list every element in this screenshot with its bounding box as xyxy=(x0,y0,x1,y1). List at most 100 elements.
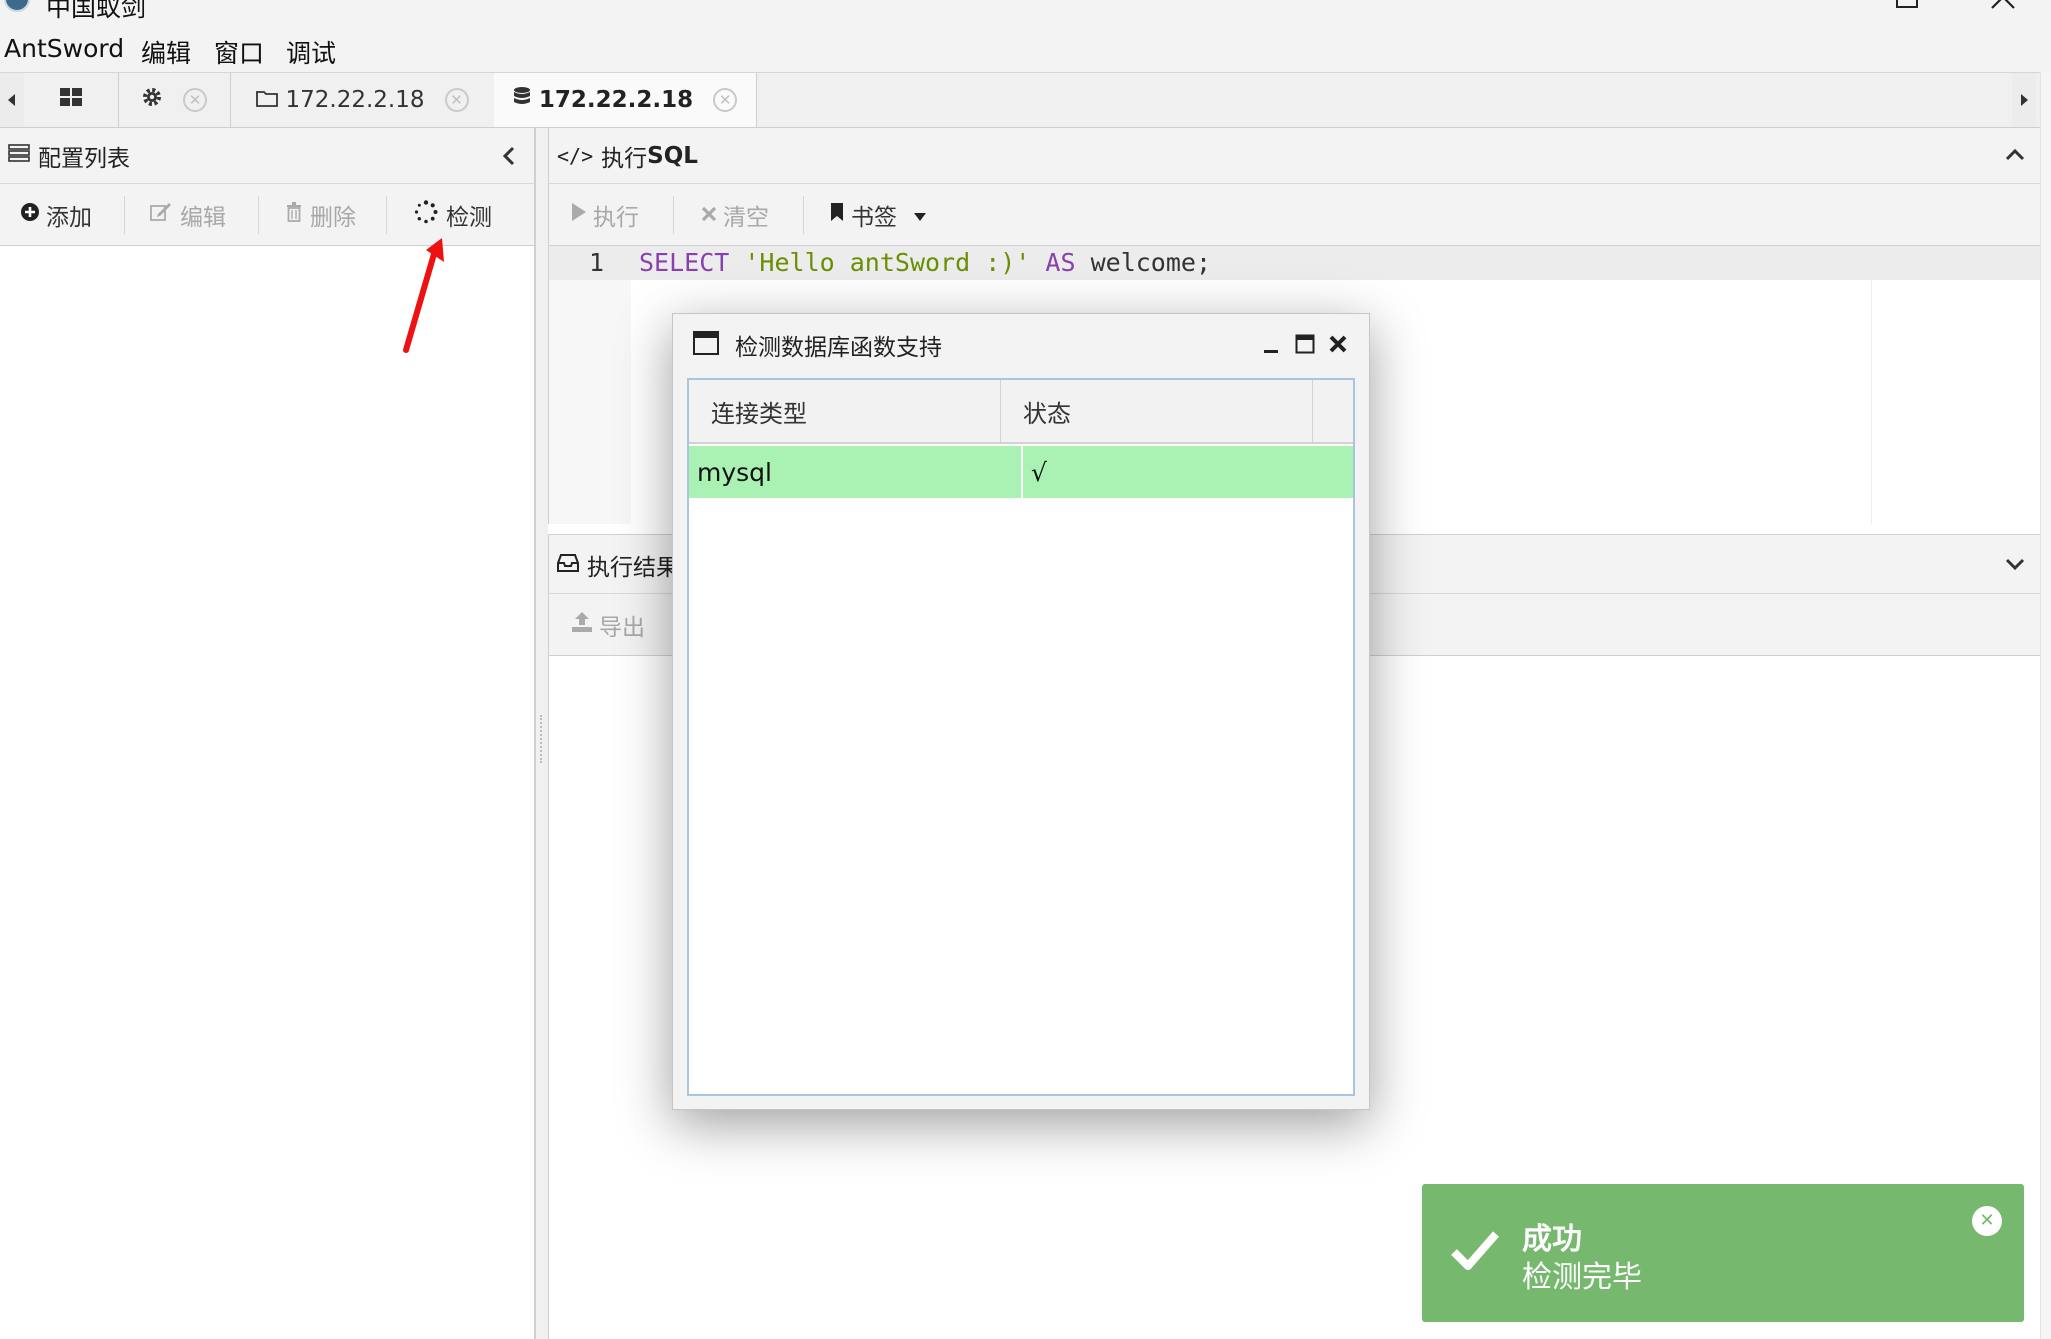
list-icon xyxy=(8,143,30,169)
delete-button[interactable]: 删除 xyxy=(286,184,356,246)
tab-database[interactable]: 172.22.2.18 ✕ xyxy=(494,73,757,127)
clear-button[interactable]: 清空 xyxy=(701,184,769,246)
maximize-icon[interactable] xyxy=(1896,0,1918,8)
toolbar-divider xyxy=(386,196,387,234)
export-label: 导出 xyxy=(599,615,645,641)
panel-splitter[interactable] xyxy=(536,128,548,1339)
sql-keyword: SELECT xyxy=(639,248,730,277)
toast-close-icon[interactable]: ✕ xyxy=(1972,1206,2002,1236)
tab-close-icon[interactable]: ✕ xyxy=(183,88,207,112)
edit-icon xyxy=(150,202,172,228)
code-icon: </> xyxy=(557,144,594,168)
config-list-title-wrap: 配置列表 xyxy=(8,128,130,184)
toolbar-divider xyxy=(258,196,259,234)
tab-dashboard[interactable] xyxy=(24,73,119,127)
config-list-title: 配置列表 xyxy=(38,146,130,172)
toolbar-divider xyxy=(673,196,674,234)
gear-icon xyxy=(141,86,163,114)
sql-string: 'Hello antSword :)' xyxy=(744,248,1031,277)
maximize-icon[interactable] xyxy=(1295,334,1315,358)
toolbar-divider xyxy=(124,196,125,234)
tab-close-icon[interactable]: ✕ xyxy=(713,88,738,112)
sql-title-text: 执行 xyxy=(601,146,648,172)
menu-edit[interactable]: 编辑 xyxy=(141,34,191,70)
right-scroll-edge xyxy=(2040,72,2051,1339)
toast-message: 检测完毕 xyxy=(1522,1260,1642,1295)
x-icon xyxy=(701,202,717,228)
print-margin xyxy=(1871,280,1872,524)
annotation-arrow xyxy=(403,238,444,353)
minimize-icon[interactable] xyxy=(1263,336,1279,358)
tab-settings[interactable]: ✕ xyxy=(118,73,231,127)
spinner-icon xyxy=(414,200,438,230)
window-title: 中国蚁剑 xyxy=(46,0,147,22)
menu-antsword[interactable]: AntSword xyxy=(4,34,124,63)
sql-identifier: welcome; xyxy=(1090,248,1212,277)
column-header-status[interactable]: 状态 xyxy=(1001,380,1313,442)
title-bar: 中国蚁剑 xyxy=(0,0,2051,24)
tab-file-manager[interactable]: 172.22.2.18 ✕ xyxy=(230,73,495,127)
bookmark-button[interactable]: 书签 xyxy=(829,184,927,246)
execute-button[interactable]: 执行 xyxy=(571,184,639,246)
grid-icon xyxy=(59,87,83,113)
bookmark-icon xyxy=(829,202,845,228)
caret-down-icon xyxy=(913,202,927,228)
db-function-check-dialog: 检测数据库函数支持 连接类型 状态 mysql √ xyxy=(672,313,1370,1110)
check-label: 检测 xyxy=(446,205,492,231)
database-icon xyxy=(513,86,531,114)
clear-label: 清空 xyxy=(723,205,769,231)
collapse-up-icon[interactable] xyxy=(2005,146,2025,165)
edit-label: 编辑 xyxy=(180,205,226,231)
close-window-icon[interactable] xyxy=(1988,0,2018,12)
window-icon xyxy=(693,331,719,359)
editor-gutter xyxy=(549,246,631,524)
menu-bar: AntSword 编辑 窗口 调试 xyxy=(0,24,2051,72)
folder-icon xyxy=(255,87,278,113)
export-button[interactable]: 导出 xyxy=(571,594,645,656)
splitter-grip[interactable] xyxy=(540,715,542,763)
config-list-header: 配置列表 xyxy=(0,128,534,184)
upload-icon xyxy=(571,611,593,639)
success-toast: 成功 检测完毕 ✕ xyxy=(1422,1184,2024,1322)
grid-header: 连接类型 状态 xyxy=(689,380,1353,444)
inbox-icon xyxy=(557,552,579,578)
bookmark-label: 书签 xyxy=(851,205,897,231)
line-number: 1 xyxy=(589,248,605,277)
result-title-wrap: 执行结果 xyxy=(557,535,679,595)
sql-title-bold: SQL xyxy=(647,143,698,169)
sql-panel-header: </> 执行 SQL xyxy=(548,128,2040,184)
dialog-title: 检测数据库函数支持 xyxy=(735,335,942,361)
sql-toolbar: 执行 清空 书签 xyxy=(548,184,2040,246)
support-grid: 连接类型 状态 mysql √ xyxy=(687,378,1355,1096)
edit-button[interactable]: 编辑 xyxy=(150,184,226,246)
column-header-type[interactable]: 连接类型 xyxy=(689,380,1001,442)
tab-label: 172.22.2.18 xyxy=(285,87,425,113)
dialog-title-bar[interactable]: 检测数据库函数支持 xyxy=(673,314,1369,376)
checkmark-icon xyxy=(1450,1230,1500,1274)
delete-label: 删除 xyxy=(310,205,356,231)
add-label: 添加 xyxy=(46,205,92,231)
result-title: 执行结果 xyxy=(587,555,679,581)
add-button[interactable]: 添加 xyxy=(20,184,92,246)
cell-type: mysql xyxy=(689,446,1023,498)
tab-bar: ✕ 172.22.2.18 ✕ 172.22.2.18 ✕ xyxy=(0,72,2051,128)
expand-down-icon[interactable] xyxy=(2005,557,2025,576)
code-line[interactable]: SELECT 'Hello antSword :)' AS welcome; xyxy=(639,248,1211,277)
tab-scroll-right[interactable] xyxy=(2012,73,2036,127)
trash-icon xyxy=(286,202,302,228)
collapse-left-icon[interactable] xyxy=(502,146,516,170)
table-row[interactable]: mysql √ xyxy=(689,446,1353,498)
close-icon[interactable] xyxy=(1328,334,1348,358)
tab-scroll-left[interactable] xyxy=(0,73,24,127)
menu-debug[interactable]: 调试 xyxy=(286,34,336,70)
app-logo-icon xyxy=(4,0,30,12)
execute-label: 执行 xyxy=(593,205,639,231)
sql-title-wrap: </> 执行 SQL xyxy=(557,128,698,184)
menu-window[interactable]: 窗口 xyxy=(214,34,264,70)
cell-status: √ xyxy=(1031,457,1047,487)
toolbar-divider xyxy=(803,196,804,234)
tab-close-icon[interactable]: ✕ xyxy=(444,88,469,112)
play-icon xyxy=(571,202,587,228)
plus-circle-icon xyxy=(20,202,40,228)
sql-keyword: AS xyxy=(1045,248,1076,277)
